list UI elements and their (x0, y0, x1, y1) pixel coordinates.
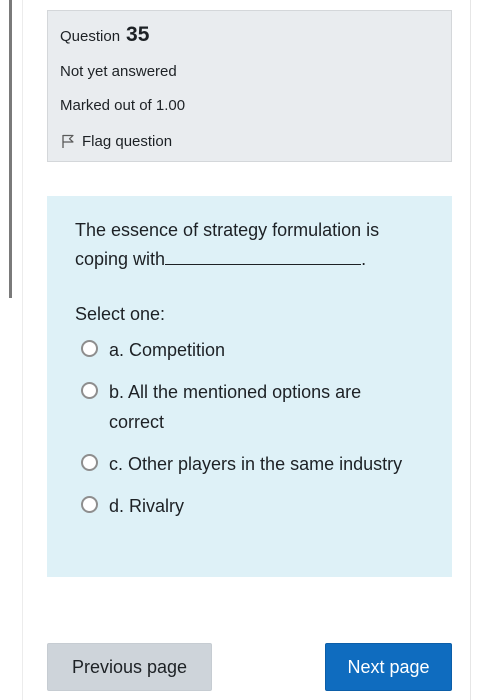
answer-blank (165, 247, 362, 265)
flag-question-label: Flag question (82, 132, 173, 150)
option-label: a. Competition (109, 340, 226, 360)
question-content: The essence of strategy formulation is c… (47, 196, 452, 577)
content-divider (22, 0, 23, 700)
question-number: 35 (126, 23, 150, 46)
option-a[interactable]: a. Competition (75, 335, 425, 365)
question-label: Question (60, 28, 121, 45)
option-label: d. Rivalry (109, 496, 185, 516)
content-divider-right (470, 0, 471, 700)
question-stem: The essence of strategy formulation is c… (75, 216, 425, 274)
option-label: b. All the mentioned options are correct (109, 382, 362, 432)
answer-options: a. Competition b. All the mentioned opti… (75, 335, 425, 521)
radio-button[interactable] (81, 496, 98, 513)
option-d[interactable]: d. Rivalry (75, 491, 425, 521)
previous-page-button[interactable]: Previous page (47, 643, 212, 691)
question-text-end: . (361, 249, 367, 269)
radio-button[interactable] (81, 454, 98, 471)
option-label: c. Other players in the same industry (109, 454, 403, 474)
option-c[interactable]: c. Other players in the same industry (75, 449, 425, 479)
question-number-line: Question 35 (60, 23, 439, 49)
next-page-button[interactable]: Next page (325, 643, 452, 691)
flag-question-link[interactable]: Flag question (60, 131, 439, 151)
marks-info: Marked out of 1.00 (60, 97, 186, 114)
question-info-panel: Question 35 Not yet answered Marked out … (47, 10, 452, 162)
quiz-page: Question 35 Not yet answered Marked out … (0, 0, 501, 700)
scrollbar-indicator (9, 0, 12, 298)
radio-button[interactable] (81, 382, 98, 399)
answer-status: Not yet answered (60, 63, 177, 80)
radio-button[interactable] (81, 340, 98, 357)
flag-icon (62, 134, 74, 148)
select-one-prompt: Select one: (75, 304, 166, 324)
option-b[interactable]: b. All the mentioned options are correct (75, 377, 425, 437)
